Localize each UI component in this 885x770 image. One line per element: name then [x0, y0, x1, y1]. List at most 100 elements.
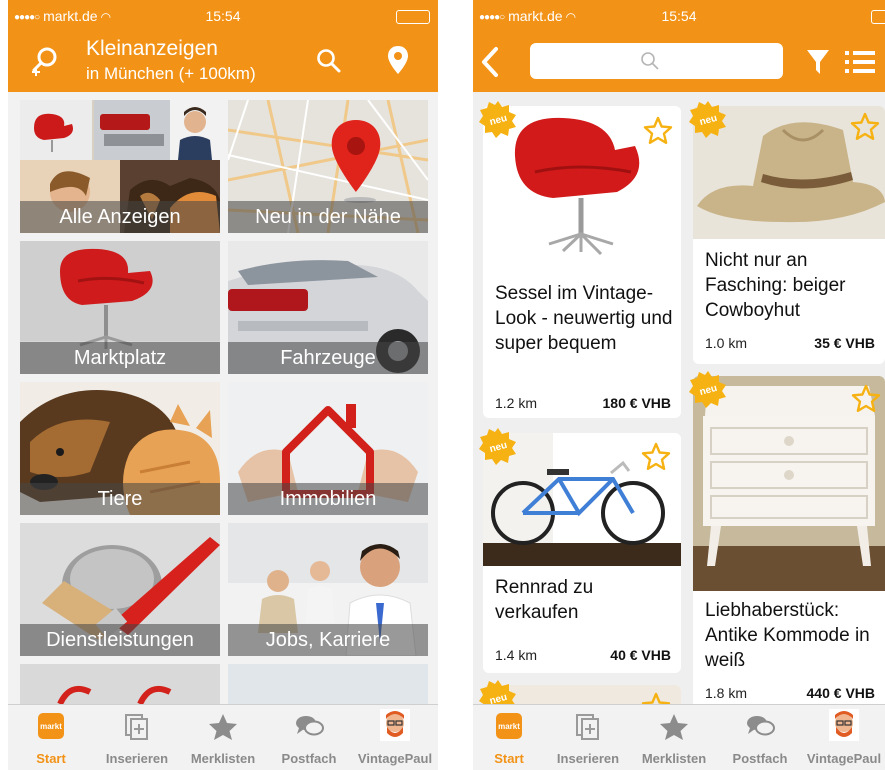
star-icon [209, 714, 237, 740]
listing-title: Liebhaberstück: Antike Kommode in weiß [705, 600, 870, 671]
tab-label: VintagePaul [806, 751, 882, 766]
saved-search-icon[interactable] [30, 46, 60, 76]
category-marketplace[interactable]: Marktplatz [20, 241, 220, 374]
tab-postfach[interactable]: Postfach [717, 705, 803, 770]
tab-label: Merklisten [190, 751, 256, 766]
tab-profile[interactable]: VintagePaul [352, 705, 438, 770]
tab-start[interactable]: markt Start [473, 705, 545, 770]
svg-text:markt: markt [40, 722, 62, 731]
tab-start[interactable]: markt Start [8, 705, 94, 770]
category-label: Tiere [20, 483, 220, 515]
category-real-estate[interactable]: Immobilien [228, 382, 428, 515]
tab-merklisten[interactable]: Merklisten [631, 705, 717, 770]
category-label: Dienstleistungen [20, 624, 220, 656]
back-icon[interactable] [479, 46, 501, 78]
tab-label: Merklisten [641, 751, 707, 766]
clock: 15:54 [205, 8, 241, 24]
search-icon[interactable] [316, 48, 342, 74]
listing-price: 35 € VHB [814, 335, 875, 351]
tab-label: Start [494, 751, 524, 766]
markt-logo-icon: markt [38, 713, 64, 739]
listing-price: 440 € VHB [806, 685, 875, 701]
tab-profile[interactable]: VintagePaul [803, 705, 885, 770]
category-jobs[interactable]: Jobs, Karriere [228, 523, 428, 656]
tab-label: Inserieren [105, 751, 169, 766]
status-bar: ●●●●○ markt.de ◠ 15:54 [473, 0, 885, 30]
new-badge-icon: neu [479, 680, 516, 704]
menu-icon[interactable] [845, 50, 875, 74]
favorite-star-icon[interactable] [643, 116, 673, 146]
category-label: Immobilien [228, 483, 428, 515]
listing-distance: 1.4 km [495, 647, 538, 663]
listing-grid: Sessel im Vintage-Look - neuwertig und s… [473, 92, 885, 704]
home-screen: ●●●●○ markt.de ◠ 15:54 Kleinanzeigen in M… [8, 0, 438, 770]
tab-label: Postfach [281, 751, 337, 766]
category-animals[interactable]: Tiere [20, 382, 220, 515]
category-partial-right[interactable] [228, 664, 428, 704]
tab-label: Start [36, 751, 66, 766]
listing-distance: 1.2 km [495, 395, 538, 411]
favorite-star-icon[interactable] [850, 112, 880, 142]
listing-title: Sessel im Vintage-Look - neuwertig und s… [495, 283, 673, 354]
battery-icon [396, 10, 430, 24]
location-pin-icon[interactable] [386, 44, 410, 76]
listing-price: 40 € VHB [610, 647, 671, 663]
page-title: Kleinanzeigen [86, 37, 218, 60]
favorite-star-icon[interactable] [851, 384, 881, 414]
add-listing-icon [576, 714, 599, 740]
category-partial-left[interactable] [20, 664, 220, 704]
listing-card[interactable]: Liebhaberstück: Antike Kommode in weiß 1… [693, 376, 885, 704]
search-icon [641, 52, 659, 70]
star-icon [660, 714, 688, 740]
chat-bubbles-icon [296, 716, 324, 736]
category-services[interactable]: Dienstleistungen [20, 523, 220, 656]
listing-card[interactable]: Sessel im Vintage-Look - neuwertig und s… [483, 106, 681, 418]
category-grid: Alle Anzeigen Neu in der Nähe Marktplatz… [8, 92, 438, 704]
nav-bar [473, 30, 885, 92]
nav-bar: Kleinanzeigen in München (+ 100km) [8, 30, 438, 92]
category-label: Jobs, Karriere [228, 624, 428, 656]
listing-title: Rennrad zu verkaufen [495, 577, 594, 623]
new-badge-icon: neu [689, 371, 726, 408]
new-badge-icon: neu [479, 428, 516, 465]
tab-label: Postfach [732, 751, 788, 766]
listings-screen: ●●●●○ markt.de ◠ 15:54 Sessel im Vintage… [473, 0, 885, 770]
category-label: Alle Anzeigen [20, 201, 220, 233]
avatar-icon [380, 709, 410, 741]
tab-postfach[interactable]: Postfach [266, 705, 352, 770]
category-label: Marktplatz [20, 342, 220, 374]
search-input[interactable] [530, 43, 783, 79]
chat-bubbles-icon [747, 716, 775, 736]
markt-logo-icon: markt [496, 713, 522, 739]
listing-distance: 1.0 km [705, 335, 748, 351]
favorite-star-icon[interactable] [641, 692, 671, 704]
listing-distance: 1.8 km [705, 685, 748, 701]
location-subtitle[interactable]: in München (+ 100km) [86, 64, 256, 84]
clock: 15:54 [661, 8, 697, 24]
category-label: Fahrzeuge [228, 342, 428, 374]
add-listing-icon [125, 714, 148, 740]
category-label: Neu in der Nähe [228, 201, 428, 233]
status-bar: ●●●●○ markt.de ◠ 15:54 [8, 0, 438, 30]
listing-title: Nicht nur an Fasching: beiger Cowboyhut [705, 250, 846, 321]
new-badge-icon: neu [689, 101, 726, 138]
category-nearby[interactable]: Neu in der Nähe [228, 100, 428, 233]
listing-price: 180 € VHB [602, 395, 671, 411]
filter-icon[interactable] [806, 48, 830, 76]
tab-merklisten[interactable]: Merklisten [180, 705, 266, 770]
tab-bar: markt Start Inserieren Merklisten Postfa… [473, 704, 885, 770]
category-image-partial [228, 664, 428, 704]
listing-card[interactable]: Nicht nur an Fasching: beiger Cowboyhut … [693, 106, 885, 364]
avatar-icon [829, 709, 859, 741]
tab-bar: markt Start Inserieren Merklisten Postfa… [8, 704, 438, 770]
category-all-listings[interactable]: Alle Anzeigen [20, 100, 220, 233]
battery-icon [871, 10, 885, 24]
tab-inserieren[interactable]: Inserieren [94, 705, 180, 770]
svg-text:markt: markt [498, 722, 520, 731]
tab-label: VintagePaul [357, 751, 433, 766]
favorite-star-icon[interactable] [641, 442, 671, 472]
tab-label: Inserieren [556, 751, 620, 766]
new-badge-icon: neu [479, 101, 516, 138]
tab-inserieren[interactable]: Inserieren [545, 705, 631, 770]
category-vehicles[interactable]: Fahrzeuge [228, 241, 428, 374]
